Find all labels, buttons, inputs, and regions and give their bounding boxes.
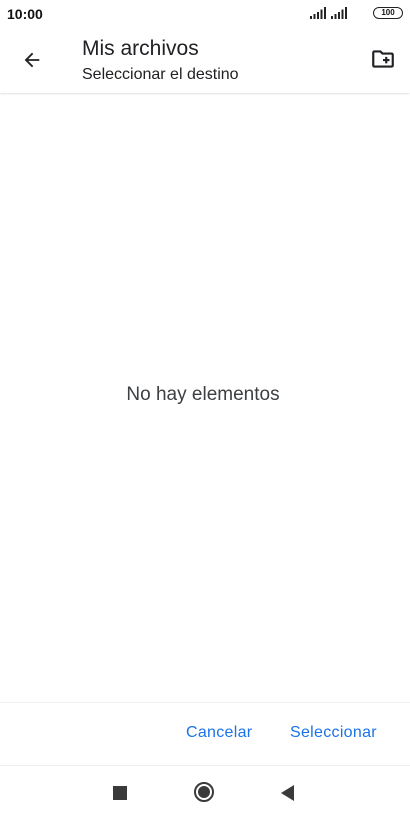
signal-icon [331,7,351,19]
screen: 10:00 100 Mis archivos Seleccionar el de… [0,0,410,820]
battery-icon: 100 [373,7,403,19]
new-folder-button[interactable] [366,44,400,78]
arrow-back-icon [21,49,43,76]
create-new-folder-icon [370,46,396,77]
empty-state-message: No hay elementos [126,384,280,405]
page-subtitle: Seleccionar el destino [82,66,239,83]
action-divider [0,702,410,703]
system-nav-bar [0,766,410,820]
triangle-back-icon[interactable] [281,785,294,801]
back-button[interactable] [16,46,48,78]
circle-home-icon[interactable] [194,782,214,802]
select-button[interactable]: Seleccionar [282,718,385,748]
square-recents-icon[interactable] [113,786,127,800]
status-time: 10:00 [7,6,43,22]
signal-icon [310,7,330,19]
cancel-button[interactable]: Cancelar [178,718,260,748]
page-title: Mis archivos [82,37,199,60]
app-bar: Mis archivos Seleccionar el destino [0,28,410,93]
status-bar: 10:00 100 [0,0,410,28]
